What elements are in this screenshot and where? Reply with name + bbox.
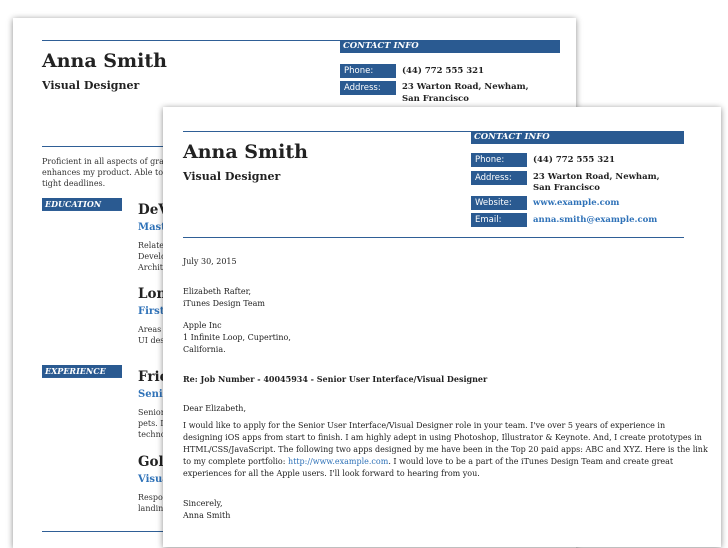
header-rule [183, 131, 471, 132]
body-line: designing iOS apps from start to finish.… [183, 433, 702, 442]
phone-value: (44) 772 555 321 [533, 155, 615, 165]
resume-job-title: Visual Designer [42, 79, 140, 92]
website-link[interactable]: www.example.com [533, 198, 619, 209]
letter-salutation: Dear Elizabeth, [183, 404, 246, 413]
experience-detail: techno [138, 430, 166, 439]
email-link[interactable]: anna.smith@example.com [533, 215, 657, 226]
address-label: Address: [340, 81, 396, 95]
header-rule [42, 40, 340, 41]
education-tab: EDUCATION [42, 198, 122, 210]
body-line: experiences for all the Apple users. I'l… [183, 469, 480, 478]
experience-detail: Senior [138, 408, 165, 417]
resume-name: Anna Smith [42, 50, 167, 72]
body-line: HTML/CSS/JavaScript. The following two a… [183, 445, 708, 454]
summary-line: enhances my product. Able to [42, 168, 164, 177]
education-degree-2: First [138, 306, 165, 317]
website-label: Website: [471, 196, 527, 210]
letter-job-title: Visual Designer [183, 170, 281, 183]
body-text: . I would love to be a part of the iTune… [388, 457, 674, 466]
cover-letter-page: Anna Smith Visual Designer CONTACT INFO … [163, 107, 721, 547]
experience-detail: landin [138, 504, 164, 513]
address-line-2: San Francisco [402, 94, 469, 104]
recipient-team: iTunes Design Team [183, 299, 266, 308]
body-text: to my complete portfolio: [183, 457, 288, 466]
company-address: Apple Inc 1 Infinite Loop, Cupertino, Ca… [183, 320, 291, 356]
email-label: Email: [471, 213, 527, 227]
company-street: 1 Infinite Loop, Cupertino, [183, 333, 291, 342]
recipient-block: Elizabeth Rafter, iTunes Design Team [183, 286, 265, 310]
address-line-2: San Francisco [533, 183, 600, 193]
letter-date: July 30, 2015 [183, 257, 237, 266]
phone-label: Phone: [340, 64, 396, 78]
experience-detail: Respo [138, 493, 163, 502]
phone-value: (44) 772 555 321 [402, 66, 484, 76]
education-detail: Archit [138, 263, 164, 272]
education-detail: Relate [138, 241, 165, 250]
experience-company-2: Gol [138, 454, 164, 470]
address-line-1: 23 Warton Road, Newham, [402, 82, 529, 92]
summary-line: tight deadlines. [42, 179, 106, 188]
recipient-name: Elizabeth Rafter, [183, 287, 252, 296]
company-name: Apple Inc [183, 321, 222, 330]
closing-text: Sincerely, [183, 499, 223, 508]
experience-tab: EXPERIENCE [42, 365, 122, 377]
company-state: California. [183, 345, 226, 354]
contact-info-header: CONTACT INFO [471, 131, 684, 144]
letter-name: Anna Smith [183, 141, 308, 163]
education-detail: UI des [138, 336, 165, 345]
letter-closing: Sincerely, Anna Smith [183, 498, 230, 522]
signature-name: Anna Smith [183, 511, 231, 520]
body-line: I would like to apply for the Senior Use… [183, 421, 666, 430]
education-degree-1: Mast [138, 222, 166, 233]
summary-line: Proficient in all aspects of gra [42, 157, 164, 166]
experience-rule [42, 377, 122, 378]
address-line-1: 23 Warton Road, Newham, [533, 172, 660, 182]
experience-detail: pets. I [138, 419, 164, 428]
header-divider [183, 237, 684, 238]
phone-label: Phone: [471, 153, 527, 167]
contact-info-header: CONTACT INFO [340, 40, 560, 53]
education-rule [42, 210, 122, 211]
letter-body: I would like to apply for the Senior Use… [183, 420, 708, 480]
letter-subject: Re: Job Number - 40045934 - Senior User … [183, 374, 488, 384]
education-detail: Areas [138, 325, 162, 334]
address-label: Address: [471, 171, 527, 185]
body-line: to my complete portfolio: http://www.exa… [183, 456, 708, 468]
education-detail: Develo [138, 252, 166, 261]
portfolio-link[interactable]: http://www.example.com [288, 457, 388, 466]
